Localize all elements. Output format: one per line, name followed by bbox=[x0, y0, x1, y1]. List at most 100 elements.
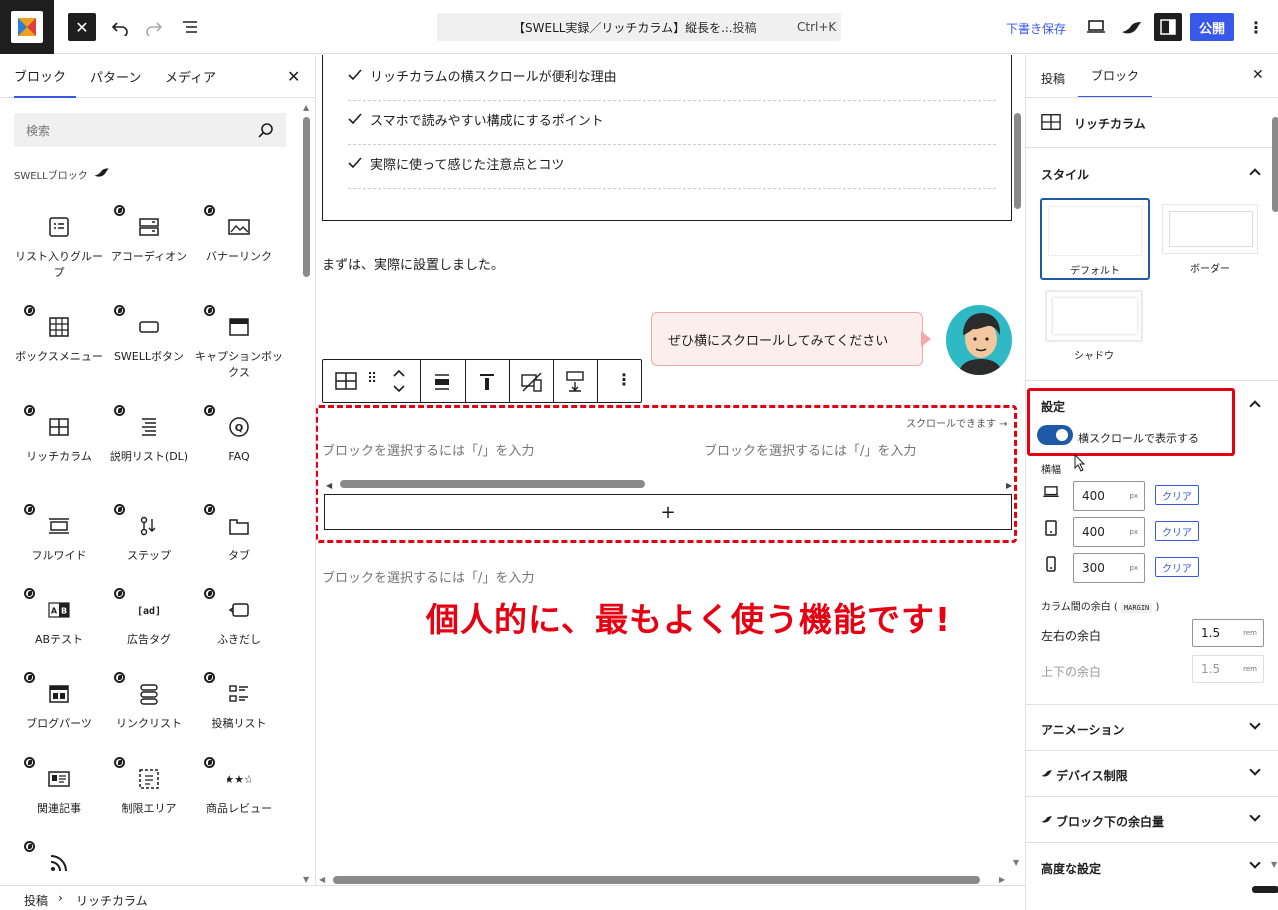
swell-badge-icon bbox=[114, 672, 125, 683]
swell-leaf-icon bbox=[1041, 770, 1052, 777]
block-margin-icon[interactable] bbox=[565, 370, 585, 392]
block-item[interactable]: 説明リスト(DL) bbox=[104, 415, 194, 465]
undo-button[interactable] bbox=[106, 13, 134, 41]
style-border[interactable] bbox=[1162, 204, 1258, 254]
scroll-down-arrow[interactable]: ▼ bbox=[1013, 858, 1019, 867]
lr-margin-input[interactable]: 1.5 rem bbox=[1192, 619, 1264, 647]
editor-scrollbar-thumb[interactable] bbox=[1014, 113, 1021, 209]
speech-bubble[interactable]: ぜひ横にスクロールしてみてください bbox=[651, 312, 923, 366]
checklist-item[interactable]: リッチカラムの横スクロールが便利な理由 bbox=[348, 65, 996, 101]
margin-label-text: カラム間の余白 ( bbox=[1041, 602, 1118, 613]
lr-margin-label: 左右の余白 bbox=[1041, 629, 1102, 643]
breadcrumb-post[interactable]: 投稿 bbox=[24, 892, 48, 909]
toolbar-divider bbox=[553, 360, 554, 402]
device-restriction-panel[interactable]: デバイス制限 bbox=[1026, 750, 1278, 796]
block-item[interactable]: A B ABテスト bbox=[14, 598, 104, 648]
mobile-width-input[interactable]: 300 px bbox=[1073, 553, 1145, 583]
panel-resize-handle[interactable] bbox=[1252, 886, 1278, 893]
chevron-up-icon[interactable] bbox=[1249, 400, 1261, 412]
site-logo[interactable] bbox=[0, 0, 54, 54]
swell-settings-button[interactable] bbox=[1120, 13, 1144, 41]
paragraph[interactable]: まずは、実際に設置しました。 bbox=[322, 254, 504, 273]
block-item[interactable]: フルワイド bbox=[14, 514, 104, 564]
block-item[interactable]: リッチカラム bbox=[14, 415, 104, 465]
block-item[interactable]: ふきだし bbox=[194, 598, 284, 648]
empty-block-placeholder[interactable]: ブロックを選択するには「/」を入力 bbox=[322, 567, 534, 586]
advanced-panel[interactable]: 高度な設定 bbox=[1026, 842, 1278, 910]
style-shadow[interactable] bbox=[1046, 291, 1142, 341]
block-item[interactable]: リンクリスト bbox=[104, 682, 194, 732]
block-item[interactable]: バナーリンク bbox=[194, 215, 284, 265]
block-item[interactable]: 関連記事 bbox=[14, 767, 104, 817]
close-panel-button[interactable]: ✕ bbox=[287, 67, 300, 86]
block-item[interactable]: SWELLボタン bbox=[104, 315, 194, 365]
align-wide-icon[interactable] bbox=[433, 374, 451, 390]
move-up-down-icon[interactable] bbox=[391, 368, 407, 394]
tab-media[interactable]: メディア bbox=[165, 55, 216, 97]
animation-panel[interactable]: アニメーション bbox=[1026, 704, 1278, 750]
settings-scrollbar-thumb[interactable] bbox=[1272, 117, 1278, 212]
tab-block[interactable]: ブロック bbox=[1078, 55, 1152, 98]
checklist-item[interactable]: スマホで読みやすい構成にするポイント bbox=[348, 109, 996, 145]
scroll-up-arrow[interactable]: ▲ bbox=[303, 103, 311, 112]
block-item[interactable]: ブログパーツ bbox=[14, 682, 104, 732]
block-item[interactable]: リスト入りグループ bbox=[14, 215, 104, 281]
block-item[interactable] bbox=[14, 851, 104, 885]
block-item[interactable]: ステップ bbox=[104, 514, 194, 564]
margin-value: 1.5 bbox=[1201, 626, 1221, 640]
desktop-width-input[interactable]: 400 px bbox=[1073, 481, 1145, 511]
tb-margin-input[interactable]: 1.5 rem bbox=[1192, 655, 1264, 683]
block-item[interactable]: [ad] 広告タグ bbox=[104, 598, 194, 648]
redo-button[interactable] bbox=[140, 13, 168, 41]
accordion-icon bbox=[137, 215, 161, 239]
vertical-align-top-icon[interactable] bbox=[479, 373, 495, 391]
chevron-up-icon[interactable] bbox=[1249, 168, 1261, 180]
block-item[interactable]: アコーディオン bbox=[104, 215, 194, 265]
bottom-margin-panel[interactable]: ブロック下の余白量 bbox=[1026, 796, 1278, 842]
options-button[interactable]: ⋮ bbox=[1246, 13, 1266, 41]
rich-column-icon[interactable] bbox=[335, 372, 357, 390]
mobile-clear-button[interactable]: クリア bbox=[1155, 557, 1199, 577]
swell-badge-icon bbox=[114, 757, 125, 768]
tab-icon bbox=[227, 514, 251, 538]
tab-post[interactable]: 投稿 bbox=[1041, 70, 1065, 87]
editor-hscroll-thumb[interactable] bbox=[333, 876, 980, 884]
swell-badge-icon bbox=[24, 841, 35, 852]
block-item[interactable]: 投稿リスト bbox=[194, 682, 284, 732]
publish-button[interactable]: 公開 bbox=[1190, 13, 1234, 41]
drag-handle-icon[interactable]: ⠿ bbox=[367, 371, 377, 387]
block-item[interactable]: Q FAQ bbox=[194, 415, 284, 465]
inserter-scrollbar-thumb[interactable] bbox=[303, 117, 310, 277]
hscroll-left-arrow[interactable]: ◀ bbox=[319, 875, 325, 884]
hscroll-right-arrow[interactable]: ▶ bbox=[999, 875, 1005, 884]
tablet-width-input[interactable]: 400 px bbox=[1073, 517, 1145, 547]
block-item[interactable]: タブ bbox=[194, 514, 284, 564]
more-options-icon[interactable]: ⋮ bbox=[616, 370, 632, 389]
breadcrumb-block[interactable]: リッチカラム bbox=[76, 892, 148, 909]
scroll-down-arrow[interactable]: ▼ bbox=[1271, 860, 1277, 869]
document-overview-button[interactable] bbox=[176, 13, 204, 41]
tablet-clear-button[interactable]: クリア bbox=[1155, 521, 1199, 541]
scroll-down-arrow[interactable]: ▼ bbox=[303, 875, 311, 884]
tab-patterns[interactable]: パターン bbox=[90, 55, 141, 97]
document-bar[interactable]: 【SWELL実録／リッチカラム】縦長を... · 投稿 Ctrl+K bbox=[437, 13, 841, 41]
checklist-item[interactable]: 実際に使って感じた注意点とコツ bbox=[348, 153, 996, 189]
preview-button[interactable] bbox=[1084, 13, 1108, 41]
avatar bbox=[946, 305, 1012, 375]
save-draft-button[interactable]: 下書き保存 bbox=[1006, 20, 1066, 37]
device-toggle-icon[interactable] bbox=[521, 372, 543, 392]
highlight-box bbox=[1027, 388, 1235, 456]
block-item[interactable]: 制限エリア bbox=[104, 767, 194, 817]
tab-blocks[interactable]: ブロック bbox=[14, 55, 77, 98]
block-item[interactable]: ボックスメニュー bbox=[14, 315, 104, 365]
block-item[interactable]: ★★☆ 商品レビュー bbox=[194, 767, 284, 817]
desktop-clear-button[interactable]: クリア bbox=[1155, 485, 1199, 505]
style-default[interactable]: デフォルト bbox=[1040, 198, 1150, 280]
settings-toggle-button[interactable] bbox=[1154, 13, 1182, 41]
close-inserter-button[interactable]: ✕ bbox=[68, 13, 96, 41]
style-heading[interactable]: スタイル bbox=[1041, 166, 1089, 183]
block-search-input[interactable]: 検索 bbox=[14, 113, 286, 147]
close-settings-button[interactable]: ✕ bbox=[1252, 67, 1264, 83]
block-item[interactable]: キャプションボックス bbox=[194, 315, 284, 381]
editor-canvas: リッチカラムの横スクロールが便利な理由 スマホで読みやすい構成にするポイント 実際に… bbox=[316, 55, 1025, 885]
